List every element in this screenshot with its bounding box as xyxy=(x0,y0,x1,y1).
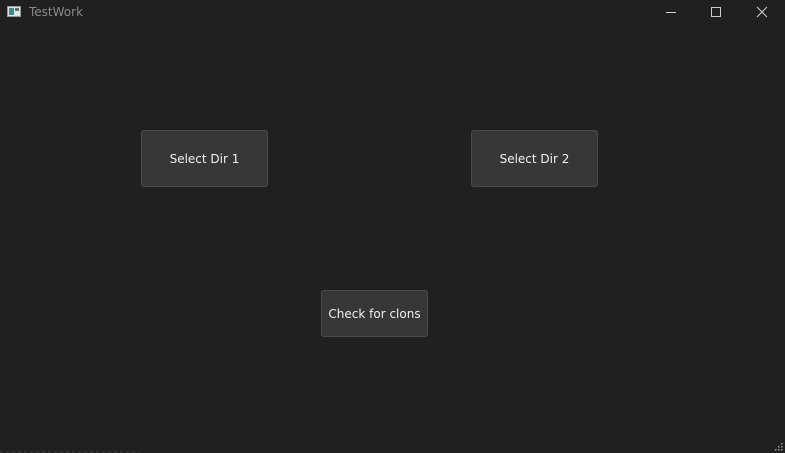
maximize-button[interactable] xyxy=(693,0,739,26)
select-dir-2-button[interactable]: Select Dir 2 xyxy=(471,130,598,187)
maximize-icon xyxy=(711,7,721,17)
select-dir-2-label: Select Dir 2 xyxy=(499,151,570,166)
title-bar[interactable]: TestWork xyxy=(0,0,785,26)
app-window: TestWork Select Dir 1 Select Dir 2 Check… xyxy=(0,0,785,453)
close-icon xyxy=(756,6,768,18)
check-for-clones-label: Check for clons xyxy=(328,306,421,321)
select-dir-1-button[interactable]: Select Dir 1 xyxy=(141,130,268,187)
app-window-icon xyxy=(7,6,21,17)
check-for-clones-button[interactable]: Check for clons xyxy=(321,290,428,337)
window-title: TestWork xyxy=(29,5,84,19)
minimize-button[interactable] xyxy=(648,0,694,26)
select-dir-1-label: Select Dir 1 xyxy=(169,151,240,166)
close-button[interactable] xyxy=(739,0,785,26)
minimize-icon xyxy=(666,12,676,13)
size-grip-icon[interactable] xyxy=(775,443,783,451)
